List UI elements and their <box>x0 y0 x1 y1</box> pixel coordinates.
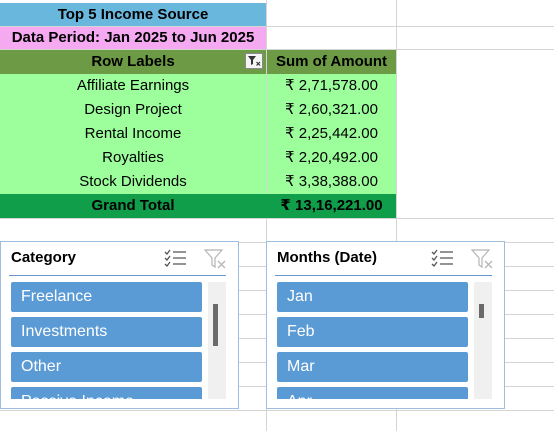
grand-total-row[interactable]: Grand Total ₹ 13,16,221.00 <box>0 194 396 218</box>
multi-select-icon[interactable] <box>164 248 188 272</box>
slicer-item-mar[interactable]: Mar <box>277 352 468 382</box>
sum-of-amount-header[interactable]: Sum of Amount <box>267 50 396 74</box>
row-label: Design Project <box>84 101 182 118</box>
pivot-row[interactable]: Stock Dividends ₹ 3,38,388.00 <box>0 170 396 194</box>
slicer-item-investments[interactable]: Investments <box>11 317 202 347</box>
category-slicer[interactable]: Category Freelance Investments Other Pas… <box>0 241 239 409</box>
row-label: Rental Income <box>84 125 182 142</box>
row-amount: ₹ 2,60,321.00 <box>285 101 378 118</box>
slicer-header-divider <box>275 275 492 276</box>
slicer-item-feb[interactable]: Feb <box>277 317 468 347</box>
scrollbar-thumb[interactable] <box>213 304 218 346</box>
slicer-item-passive-income[interactable]: Passive Income <box>11 387 202 399</box>
report-title[interactable]: Top 5 Income Source <box>0 3 266 26</box>
row-amount: ₹ 2,20,492.00 <box>285 149 378 166</box>
months-slicer-list: Jan Feb Mar Apr <box>267 282 504 399</box>
filter-icon <box>248 56 261 66</box>
row-label: Royalties <box>102 149 164 166</box>
data-period-label[interactable]: Data Period: Jan 2025 to Jun 2025 <box>0 27 266 49</box>
row-label: Stock Dividends <box>79 173 187 190</box>
pivot-header-row: Row Labels Sum of Amount <box>0 50 396 74</box>
slicer-item-jan[interactable]: Jan <box>277 282 468 312</box>
pivot-row[interactable]: Royalties ₹ 2,20,492.00 <box>0 146 396 170</box>
grand-total-label: Grand Total <box>91 197 175 214</box>
row-labels-filter-button[interactable] <box>245 53 263 69</box>
row-labels-header[interactable]: Row Labels <box>0 50 266 74</box>
slicer-item-freelance[interactable]: Freelance <box>11 282 202 312</box>
months-slicer[interactable]: Months (Date) Jan Feb Mar Apr <box>266 241 505 409</box>
slicer-item-apr[interactable]: Apr <box>277 387 468 399</box>
clear-filter-icon[interactable] <box>203 248 228 274</box>
pivot-row[interactable]: Affiliate Earnings ₹ 2,71,578.00 <box>0 74 396 98</box>
slicer-item-other[interactable]: Other <box>11 352 202 382</box>
multi-select-icon[interactable] <box>431 248 455 272</box>
category-slicer-title: Category <box>11 249 77 266</box>
row-amount: ₹ 2,71,578.00 <box>285 77 378 94</box>
row-amount: ₹ 2,25,442.00 <box>285 125 378 142</box>
pivot-row[interactable]: Rental Income ₹ 2,25,442.00 <box>0 122 396 146</box>
scrollbar-thumb[interactable] <box>479 304 484 318</box>
row-amount: ₹ 3,38,388.00 <box>285 173 378 190</box>
months-slicer-title: Months (Date) <box>277 249 377 266</box>
pivot-table[interactable]: Row Labels Sum of Amount Affiliate Earni… <box>0 50 396 218</box>
pivot-row[interactable]: Design Project ₹ 2,60,321.00 <box>0 98 396 122</box>
grand-total-amount: ₹ 13,16,221.00 <box>280 197 383 214</box>
slicer-header-divider <box>9 275 226 276</box>
row-label: Affiliate Earnings <box>76 77 190 94</box>
clear-filter-icon[interactable] <box>470 248 495 274</box>
months-slicer-scrollbar[interactable] <box>474 282 492 399</box>
category-slicer-scrollbar[interactable] <box>208 282 226 399</box>
category-slicer-list: Freelance Investments Other Passive Inco… <box>1 282 238 399</box>
